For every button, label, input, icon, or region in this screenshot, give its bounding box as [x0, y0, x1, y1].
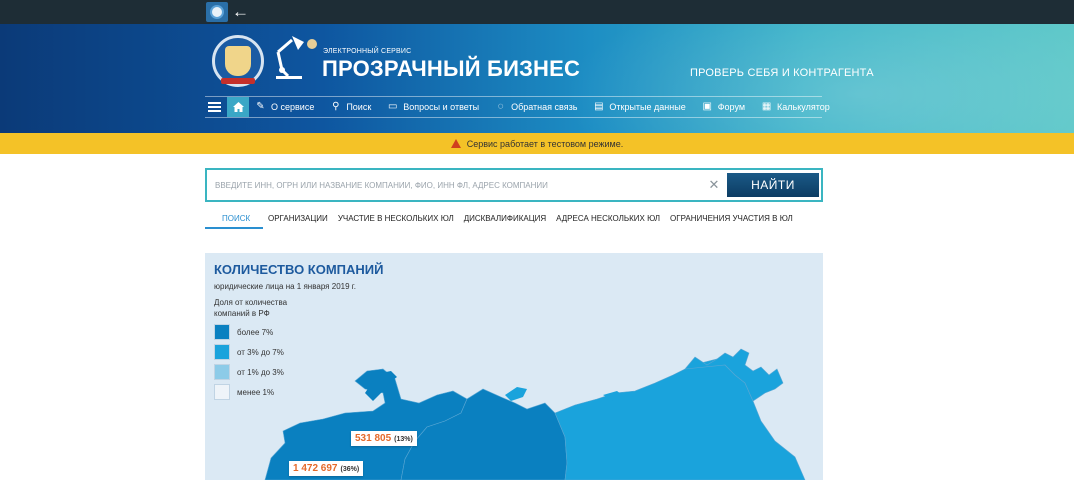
legend-swatch: [214, 324, 230, 340]
nav-item-forum[interactable]: ▣ Форум: [702, 101, 746, 113]
search-input[interactable]: [215, 176, 695, 194]
data-icon: ▤: [594, 101, 604, 112]
main-nav: ✎ О сервисе ⚲ Поиск ▭ Вопросы и ответы ◌…: [205, 97, 846, 117]
search-icon: ⚲: [332, 101, 340, 112]
home-button[interactable]: [227, 97, 249, 117]
test-mode-banner: Сервис работает в тестовом режиме.: [0, 133, 1074, 154]
search-button[interactable]: НАЙТИ: [727, 173, 819, 197]
nav-item-label: Калькулятор: [777, 102, 830, 112]
legend-label: менее 1%: [237, 387, 275, 397]
service-label: ЭЛЕКТРОННЫЙ СЕРВИС: [323, 48, 412, 55]
nav-item-about[interactable]: ✎ О сервисе: [255, 101, 315, 113]
callout-value: 531 805: [355, 433, 392, 444]
nav-item-search[interactable]: ⚲ Поиск: [330, 101, 372, 113]
menu-icon[interactable]: [205, 97, 225, 117]
site-header: ЭЛЕКТРОННЫЙ СЕРВИС ПРОЗРАЧНЫЙ БИЗНЕС ПРО…: [0, 24, 1074, 133]
nav-item-label: Открытые данные: [609, 102, 686, 112]
nav-item-label: О сервисе: [271, 102, 315, 112]
tab-organizations[interactable]: ОРГАНИЗАЦИИ: [263, 212, 333, 229]
legend-item: более 7%: [214, 322, 284, 342]
map-subtitle: юридические лица на 1 января 2019 г.: [214, 282, 356, 291]
legend-item: от 1% до 3%: [214, 362, 284, 382]
tab-participation-restrictions[interactable]: ОГРАНИЧЕНИЯ УЧАСТИЯ В ЮЛ: [665, 212, 798, 229]
desk-lamp-icon: [276, 36, 317, 79]
lamp-icon: ✎: [256, 101, 265, 112]
companies-map-panel: КОЛИЧЕСТВО КОМПАНИЙ юридические лица на …: [205, 253, 823, 480]
nav-item-label: Поиск: [346, 102, 372, 112]
nav-item-label: Форум: [717, 102, 746, 112]
legend-item: менее 1%: [214, 382, 284, 402]
nav-item-feedback[interactable]: ◌ Обратная связь: [495, 101, 578, 113]
legend-swatch: [214, 384, 230, 400]
legend-label: от 1% до 3%: [237, 367, 284, 377]
legend-item: от 3% до 7%: [214, 342, 284, 362]
search-tabs: ПОИСК ОРГАНИЗАЦИИ УЧАСТИЕ В НЕСКОЛЬКИХ Ю…: [205, 212, 798, 229]
callout-value: 1 472 697: [293, 463, 338, 474]
back-arrow-icon[interactable]: ←: [232, 2, 250, 22]
legend-swatch: [214, 344, 230, 360]
tab-disqualification[interactable]: ДИСКВАЛИФИКАЦИЯ: [459, 212, 551, 229]
map-legend: более 7% от 3% до 7% от 1% до 3% менее 1…: [214, 322, 284, 402]
nav-item-label: Вопросы и ответы: [403, 102, 480, 112]
legend-label: более 7%: [237, 327, 274, 337]
nav-divider-bottom: [205, 117, 822, 118]
feedback-icon: ◌: [497, 101, 504, 112]
legend-swatch: [214, 364, 230, 380]
chat-icon: ▭: [388, 101, 398, 112]
home-icon: [232, 102, 244, 112]
clear-icon[interactable]: ✕: [707, 177, 721, 193]
tab-mass-addresses[interactable]: АДРЕСА НЕСКОЛЬКИХ ЮЛ: [551, 212, 665, 229]
region-callout-central: 1 472 697 (36%): [289, 461, 364, 476]
calculator-icon: ▦: [761, 101, 772, 112]
nav-item-label: Обратная связь: [511, 102, 578, 112]
warning-text: Сервис работает в тестовом режиме.: [466, 138, 624, 149]
callout-percent: (13%): [394, 436, 413, 443]
brand-title[interactable]: ПРОЗРАЧНЫЙ БИЗНЕС: [322, 56, 580, 82]
callout-percent: (36%): [340, 466, 360, 473]
legend-title: Доля от количества компаний в РФ: [214, 298, 288, 318]
nav-item-open-data[interactable]: ▤ Открытые данные: [593, 101, 686, 113]
tab-multiple-participation[interactable]: УЧАСТИЕ В НЕСКОЛЬКИХ ЮЛ: [333, 212, 459, 229]
tab-search[interactable]: ПОИСК: [205, 212, 263, 229]
region-callout-northwest: 531 805 (13%): [351, 431, 417, 446]
fns-logo-icon[interactable]: [206, 2, 228, 22]
header-slogan: ПРОВЕРЬ СЕБЯ И КОНТРАГЕНТА: [690, 67, 874, 79]
top-bar: ←: [0, 0, 1074, 24]
fns-emblem-icon[interactable]: [212, 35, 264, 87]
map-title: КОЛИЧЕСТВО КОМПАНИЙ: [214, 262, 384, 277]
search-box: ✕ НАЙТИ: [205, 168, 823, 202]
warning-icon: [450, 139, 461, 148]
legend-label: от 3% до 7%: [237, 347, 284, 357]
forum-icon: ▣: [702, 101, 712, 112]
nav-item-faq[interactable]: ▭ Вопросы и ответы: [387, 101, 480, 113]
nav-item-calculator[interactable]: ▦ Калькулятор: [761, 101, 830, 113]
